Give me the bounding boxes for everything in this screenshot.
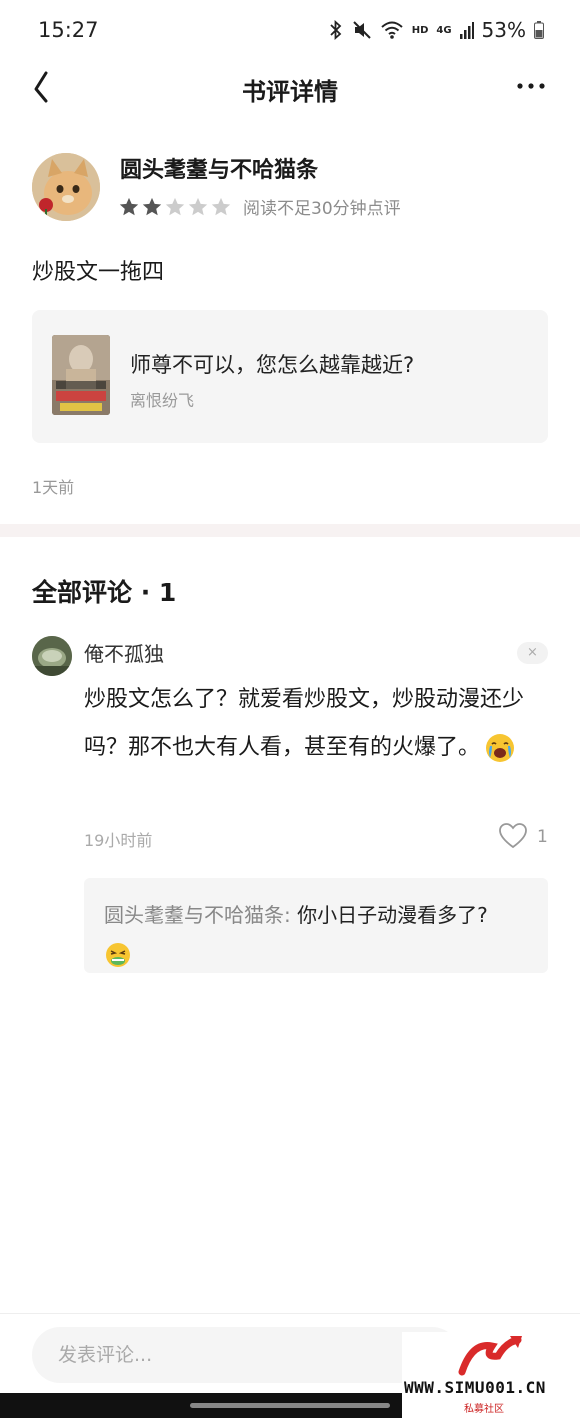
book-author: 离恨纷飞 — [130, 391, 195, 410]
nauseated-face-icon — [106, 942, 130, 967]
watermark-logo-icon — [458, 1336, 522, 1376]
like-count: 1 — [537, 827, 548, 847]
status-icons: HD 4G 53% — [328, 18, 544, 42]
status-time: 15:27 — [38, 18, 99, 42]
book-card[interactable]: 师尊不可以，您怎么越靠越近? 离恨纷飞 — [32, 310, 548, 443]
section-divider — [0, 524, 580, 537]
watermark: WWW.SIMU001.CN 私募社区 — [402, 1332, 580, 1418]
comment-time: 19小时前 — [84, 831, 153, 850]
status-bar: 15:27 HD 4G 53% — [0, 0, 580, 62]
signal-icon — [459, 22, 474, 39]
comment-text: 炒股文怎么了？就爱看炒股文，炒股动漫还少吗？那不也大有人看，甚至有的火爆了。 — [84, 687, 525, 760]
like-button[interactable] — [498, 822, 528, 850]
reply-author[interactable]: 圆头耄耋与不哈猫条: — [104, 903, 291, 927]
reply-content: 你小日子动漫看多了? — [290, 903, 488, 927]
more-button[interactable] — [516, 74, 546, 98]
battery-icon — [534, 21, 544, 39]
rating-note: 阅读不足30分钟点评 — [243, 199, 401, 219]
more-dots-icon — [517, 83, 545, 89]
star-filled-icon — [142, 197, 162, 215]
mute-icon — [352, 21, 371, 39]
bluetooth-icon — [330, 20, 342, 40]
page-title: 书评详情 — [242, 78, 338, 106]
stars-container — [118, 196, 233, 218]
book-cover-image-icon — [52, 335, 110, 415]
hd-label: HD — [411, 24, 429, 36]
book-cover — [52, 335, 110, 415]
nav-bar: 书评详情 — [0, 62, 580, 112]
reply-text: 圆头耄耋与不哈猫条: 你小日子动漫看多了? — [104, 896, 534, 972]
commenter-avatar-image-icon — [32, 636, 72, 676]
home-indicator[interactable] — [190, 1403, 390, 1408]
cat-avatar-icon — [32, 153, 100, 221]
star-rating: 阅读不足30分钟点评 — [118, 194, 401, 219]
reviewer-name[interactable]: 圆头耄耋与不哈猫条 — [120, 152, 318, 184]
battery-percent: 53% — [481, 18, 526, 42]
reply-box[interactable]: 圆头耄耋与不哈猫条: 你小日子动漫看多了? — [84, 878, 548, 973]
network-type: 4G — [436, 24, 452, 36]
heart-outline-icon — [499, 823, 527, 849]
star-filled-icon — [119, 197, 139, 215]
wifi-icon — [381, 21, 403, 39]
star-empty-icon — [188, 197, 208, 215]
comment-input[interactable] — [32, 1327, 460, 1383]
review-time: 1天前 — [32, 478, 75, 497]
star-empty-icon — [211, 197, 231, 215]
commenter-avatar[interactable] — [32, 636, 72, 676]
comments-header: 全部评论 · 1 — [32, 578, 177, 607]
watermark-subtext: 私募社区 — [464, 1404, 504, 1415]
review-text: 炒股文一拖四 — [32, 260, 165, 285]
reviewer-avatar[interactable] — [32, 153, 100, 221]
close-comment-button[interactable]: × — [517, 642, 548, 664]
crying-face-icon — [486, 734, 515, 762]
star-empty-icon — [165, 197, 185, 215]
commenter-name[interactable]: 俺不孤独 — [84, 638, 164, 667]
book-title: 师尊不可以，您怎么越靠越近? — [130, 353, 415, 377]
comment-body: 炒股文怎么了？就爱看炒股文，炒股动漫还少吗？那不也大有人看，甚至有的火爆了。 — [84, 676, 546, 772]
watermark-text: WWW.SIMU001.CN — [404, 1378, 546, 1397]
